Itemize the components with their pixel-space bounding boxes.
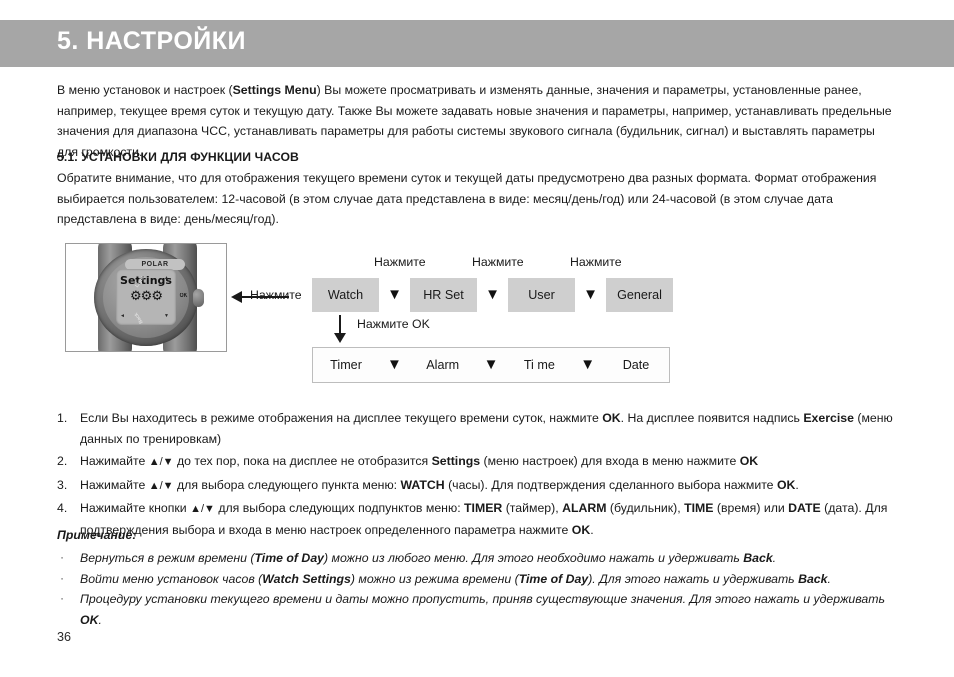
- chevron-down-icon: ▼: [483, 356, 499, 373]
- note-item-text: Процедуру установки текущего времени и д…: [80, 592, 885, 627]
- press-ok-label: Нажмите OK: [357, 317, 430, 331]
- note-list: · Вернуться в режим времени (Time of Day…: [57, 548, 902, 630]
- bullet-icon: ·: [60, 570, 65, 585]
- flow-top-label-1: Нажмите: [374, 255, 426, 269]
- watch-ok-button: [193, 289, 204, 307]
- list-item-number: 4.: [57, 501, 68, 515]
- watch-bezel: POLAR Settings ⚙⚙⚙ ▲ ▼ ◄ OK Light Back: [103, 257, 189, 338]
- chevron-down-icon: ▼: [386, 356, 402, 373]
- chevron-down-icon: ▼: [485, 286, 500, 303]
- chevron-down-icon: ▼: [387, 286, 402, 303]
- flow-item-general[interactable]: General: [606, 278, 673, 312]
- chevron-down-icon: ▼: [583, 286, 598, 303]
- watch-case: POLAR Settings ⚙⚙⚙ ▲ ▼ ◄ OK Light Back: [94, 249, 204, 346]
- list-item-text: Нажимайте ▲/▼ до тех пор, пока на диспле…: [80, 454, 759, 468]
- flow-item-timer[interactable]: Timer: [313, 349, 379, 381]
- list-item-number: 1.: [57, 411, 68, 425]
- chevron-down-icon: ▼: [164, 313, 169, 319]
- note-item-text: Войти меню установок часов (Watch Settin…: [80, 571, 831, 586]
- note-heading: Примечание:: [57, 528, 137, 542]
- list-item-text: Нажимайте ▲/▼ для выбора следующего пунк…: [80, 477, 799, 492]
- flow-top-label-3: Нажмите: [570, 255, 622, 269]
- note-item-text: Вернуться в режим времени (Time of Day) …: [80, 551, 777, 565]
- instruction-list: 1. Если Вы находитесь в режиме отображен…: [57, 408, 902, 542]
- list-item: 3. Нажимайте ▲/▼ для выбора следующего п…: [57, 475, 902, 497]
- press-ok-arrow-icon: [334, 315, 346, 343]
- page-title: 5. НАСТРОЙКИ: [57, 27, 246, 55]
- flow-item-alarm[interactable]: Alarm: [410, 349, 476, 381]
- document-page: 5. НАСТРОЙКИ В меню установок и настроек…: [0, 0, 954, 677]
- flow-row-submenu: Timer ▼ Alarm ▼ Ti me ▼ Date: [312, 347, 670, 383]
- list-item-text: Нажимайте кнопки ▲/▼ для выбора следующи…: [80, 501, 888, 537]
- list-item: 1. Если Вы находитесь в режиме отображен…: [57, 408, 902, 449]
- list-item-text: Если Вы находитесь в режиме отображения …: [80, 411, 893, 446]
- flow-top-label-2: Нажмите: [472, 255, 524, 269]
- list-item-number: 2.: [57, 454, 68, 468]
- watch-ok-label: OK: [179, 293, 188, 299]
- chevron-left-icon: ◄: [120, 313, 125, 319]
- flow-item-user[interactable]: User: [508, 278, 575, 312]
- list-item: 2. Нажимайте ▲/▼ до тех пор, пока на дис…: [57, 451, 902, 473]
- flow-item-hr-set[interactable]: HR Set: [410, 278, 477, 312]
- flow-row-main: Watch ▼ HR Set ▼ User ▼ General: [312, 278, 673, 312]
- chevron-up-icon: ▲: [164, 275, 169, 281]
- bullet-icon: ·: [60, 550, 65, 564]
- watch-photo: POLAR Settings ⚙⚙⚙ ▲ ▼ ◄ OK Light Back: [66, 244, 226, 351]
- flow-item-time[interactable]: Ti me: [506, 349, 572, 381]
- note-item: · Вернуться в режим времени (Time of Day…: [57, 548, 902, 569]
- press-watch-label: Нажмите: [250, 288, 302, 302]
- section-heading: 5.1. УСТАНОВКИ ДЛЯ ФУНКЦИИ ЧАСОВ: [57, 150, 299, 164]
- note-item: · Войти меню установок часов (Watch Sett…: [57, 569, 902, 590]
- bullet-icon: ·: [60, 591, 65, 605]
- watch-figure: POLAR Settings ⚙⚙⚙ ▲ ▼ ◄ OK Light Back: [65, 243, 227, 352]
- list-item: 4. Нажимайте кнопки ▲/▼ для выбора следу…: [57, 498, 902, 540]
- chevron-down-icon: ▼: [580, 356, 596, 373]
- list-item-number: 3.: [57, 477, 68, 492]
- flow-item-watch[interactable]: Watch: [312, 278, 379, 312]
- flow-item-date[interactable]: Date: [603, 349, 669, 381]
- section-paragraph: Обратите внимание, что для отображения т…: [57, 171, 877, 226]
- note-item: · Процедуру установки текущего времени и…: [57, 589, 902, 630]
- watch-screen: Settings ⚙⚙⚙ ▲ ▼ ◄: [116, 269, 176, 325]
- page-number: 36: [57, 630, 72, 644]
- gears-icon: ⚙⚙⚙: [130, 288, 163, 303]
